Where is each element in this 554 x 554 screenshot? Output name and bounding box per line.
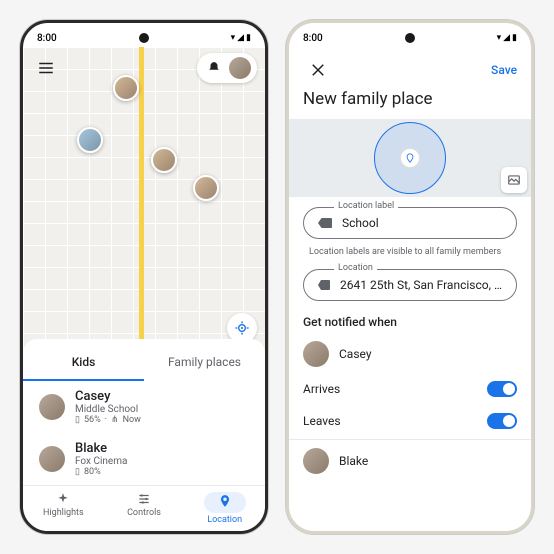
map-marker-person[interactable] bbox=[77, 127, 103, 153]
map-type-button[interactable] bbox=[501, 167, 527, 193]
person-row[interactable]: Blake bbox=[289, 442, 531, 480]
nav-location[interactable]: Location bbox=[184, 486, 265, 531]
leaves-switch[interactable] bbox=[487, 413, 517, 429]
kid-name: Casey bbox=[75, 389, 141, 404]
geofence-map[interactable] bbox=[289, 119, 531, 197]
menu-icon bbox=[37, 59, 55, 77]
person-avatar bbox=[303, 448, 329, 474]
tab-family-places[interactable]: Family places bbox=[144, 349, 265, 381]
image-icon bbox=[507, 173, 521, 187]
person-avatar bbox=[303, 341, 329, 367]
kid-avatar bbox=[39, 394, 65, 420]
user-avatar bbox=[229, 57, 251, 79]
field-value: 2641 25th St, San Francisco, CA 9... bbox=[340, 278, 502, 292]
pin-icon bbox=[405, 153, 415, 163]
nav-controls[interactable]: Controls bbox=[104, 486, 185, 531]
tag-icon bbox=[318, 218, 332, 228]
sparkle-icon bbox=[56, 492, 70, 506]
center-pin bbox=[400, 148, 420, 168]
sliders-icon bbox=[137, 492, 151, 506]
status-time: 8:00 bbox=[303, 33, 323, 44]
page-title: New family place bbox=[289, 89, 531, 119]
field-label: Location label bbox=[334, 201, 398, 211]
status-icons: ▾ ◢ ▮ bbox=[497, 33, 517, 43]
account-pill[interactable] bbox=[197, 53, 257, 83]
kid-place: Middle School bbox=[75, 404, 141, 415]
pin-icon bbox=[218, 494, 232, 508]
kid-row[interactable]: Blake Fox Cinema ▯ 80% bbox=[23, 433, 265, 485]
battery-icon: ▯ bbox=[75, 467, 80, 477]
arrives-toggle-row: Arrives bbox=[289, 373, 531, 405]
leaves-toggle-row: Leaves bbox=[289, 405, 531, 437]
status-icons: ▾ ◢ ▮ bbox=[231, 33, 251, 43]
tabs: Kids Family places bbox=[23, 349, 265, 381]
location-field[interactable]: Location 2641 25th St, San Francisco, CA… bbox=[303, 269, 517, 301]
notify-header: Get notified when bbox=[289, 305, 531, 335]
arrives-label: Arrives bbox=[303, 382, 340, 396]
signal-icon: ◢ bbox=[503, 33, 510, 43]
field-value: School bbox=[342, 216, 379, 230]
kid-meta: ▯ 56% · ⋔ Now bbox=[75, 415, 141, 425]
map-marker-person[interactable] bbox=[193, 175, 219, 201]
camera-cutout bbox=[405, 33, 415, 43]
kid-name: Blake bbox=[75, 441, 127, 456]
battery-icon: ▮ bbox=[512, 33, 517, 43]
bottom-nav: Highlights Controls Location bbox=[23, 485, 265, 531]
map-marker-person[interactable] bbox=[151, 147, 177, 173]
tag-icon bbox=[318, 280, 330, 290]
map[interactable] bbox=[23, 47, 265, 351]
kid-meta: ▯ 80% bbox=[75, 467, 127, 477]
leaves-label: Leaves bbox=[303, 414, 341, 428]
kid-row[interactable]: Casey Middle School ▯ 56% · ⋔ Now bbox=[23, 381, 265, 433]
bottom-sheet: Kids Family places Casey Middle School ▯… bbox=[23, 339, 265, 531]
nav-highlights[interactable]: Highlights bbox=[23, 486, 104, 531]
person-row[interactable]: Casey bbox=[289, 335, 531, 373]
wifi-icon: ⋔ bbox=[111, 415, 119, 425]
close-icon bbox=[309, 61, 327, 79]
save-button[interactable]: Save bbox=[491, 63, 517, 77]
kid-avatar bbox=[39, 446, 65, 472]
battery-icon: ▯ bbox=[75, 415, 80, 425]
person-name: Casey bbox=[339, 347, 372, 361]
status-time: 8:00 bbox=[37, 33, 57, 44]
bell-icon bbox=[207, 61, 221, 75]
crosshair-icon bbox=[234, 320, 250, 336]
person-name: Blake bbox=[339, 454, 368, 468]
phone-left-map: 8:00 ▾ ◢ ▮ bbox=[20, 20, 268, 534]
label-hint: Location labels are visible to all famil… bbox=[289, 243, 531, 259]
close-button[interactable] bbox=[303, 55, 333, 85]
menu-button[interactable] bbox=[31, 53, 61, 83]
signal-icon: ◢ bbox=[237, 33, 244, 43]
wifi-icon: ▾ bbox=[497, 33, 502, 43]
kid-place: Fox Cinema bbox=[75, 456, 127, 467]
tab-kids[interactable]: Kids bbox=[23, 349, 144, 381]
arrives-switch[interactable] bbox=[487, 381, 517, 397]
phone-right-new-place: 8:00 ▾ ◢ ▮ Save New family place bbox=[286, 20, 534, 534]
geofence-radius[interactable] bbox=[374, 122, 446, 194]
wifi-icon: ▾ bbox=[231, 33, 236, 43]
camera-cutout bbox=[139, 33, 149, 43]
battery-icon: ▮ bbox=[246, 33, 251, 43]
location-label-field[interactable]: Location label School bbox=[303, 207, 517, 239]
field-label: Location bbox=[334, 263, 377, 273]
